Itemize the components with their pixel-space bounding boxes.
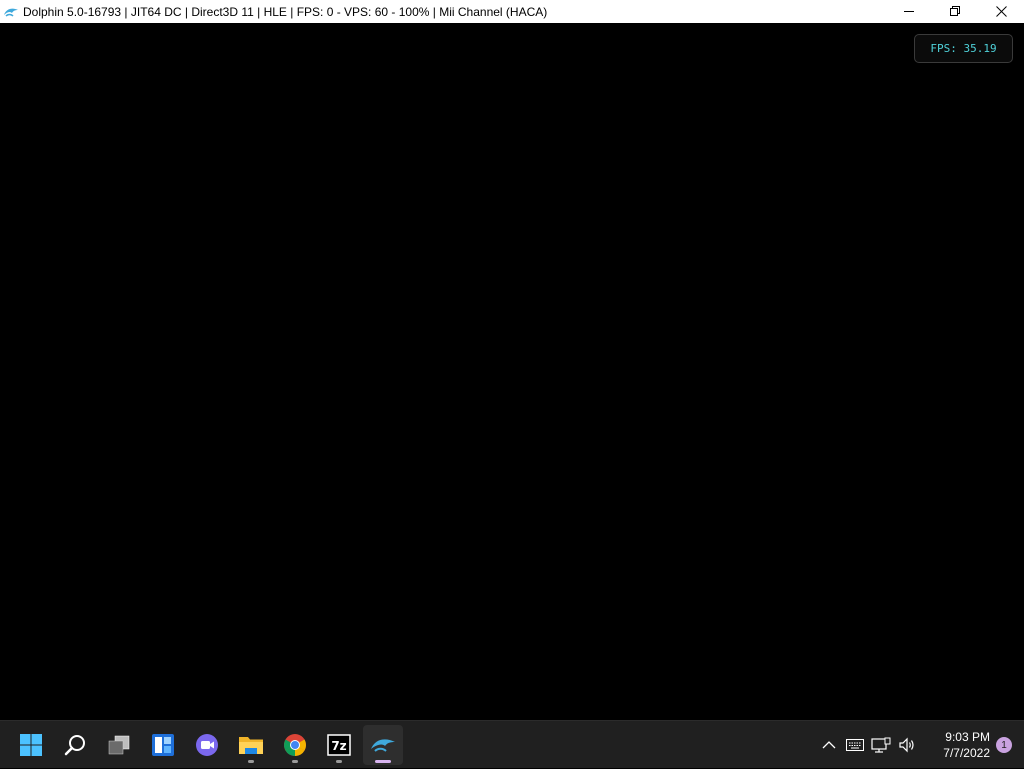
clock-time: 9:03 PM bbox=[945, 730, 990, 744]
dolphin-icon bbox=[371, 739, 395, 752]
task-view-button[interactable] bbox=[99, 725, 139, 765]
active-indicator bbox=[375, 760, 391, 763]
running-indicator bbox=[248, 760, 254, 763]
dolphin-button[interactable] bbox=[363, 725, 403, 765]
file-explorer-button[interactable] bbox=[231, 725, 271, 765]
running-indicator bbox=[336, 760, 342, 763]
volume-button[interactable] bbox=[894, 725, 920, 765]
7zip-icon: 7z bbox=[327, 734, 351, 756]
title-bar[interactable]: Dolphin 5.0-16793 | JIT64 DC | Direct3D … bbox=[0, 0, 1024, 23]
widgets-icon bbox=[152, 734, 174, 756]
minimize-button[interactable] bbox=[886, 0, 932, 23]
clock-button[interactable]: 9:03 PM 7/7/2022 bbox=[920, 725, 990, 765]
chrome-button[interactable] bbox=[275, 725, 315, 765]
dolphin-icon bbox=[3, 4, 19, 20]
minimize-icon bbox=[903, 11, 914, 12]
fps-overlay: FPS: 35.19 bbox=[914, 34, 1013, 63]
svg-text:7z: 7z bbox=[331, 739, 346, 753]
restore-icon bbox=[949, 6, 960, 16]
keyboard-icon bbox=[846, 739, 864, 751]
window-title: Dolphin 5.0-16793 | JIT64 DC | Direct3D … bbox=[23, 4, 548, 19]
7zip-button[interactable]: 7z bbox=[319, 725, 359, 765]
system-tray: 9:03 PM 7/7/2022 1 bbox=[816, 721, 1024, 769]
windows-logo-icon bbox=[20, 734, 42, 756]
taskbar: 7z 9:03 PM 7/7/2022 1 bbox=[0, 720, 1024, 768]
chat-button[interactable] bbox=[187, 725, 227, 765]
close-icon bbox=[995, 6, 1007, 17]
network-button[interactable] bbox=[868, 725, 894, 765]
close-button[interactable] bbox=[978, 0, 1024, 23]
restore-button[interactable] bbox=[932, 0, 978, 23]
speaker-icon bbox=[899, 737, 914, 753]
show-hidden-icons-button[interactable] bbox=[816, 725, 842, 765]
clock-date: 7/7/2022 bbox=[943, 746, 990, 760]
chrome-icon bbox=[284, 734, 306, 756]
start-button[interactable] bbox=[11, 725, 51, 765]
notification-badge[interactable]: 1 bbox=[996, 737, 1012, 753]
search-button[interactable] bbox=[55, 725, 95, 765]
chevron-up-icon bbox=[822, 741, 836, 749]
search-icon bbox=[64, 735, 85, 756]
folder-icon bbox=[239, 737, 263, 754]
task-view-icon bbox=[108, 735, 130, 755]
network-icon bbox=[871, 737, 891, 753]
teams-chat-icon bbox=[196, 734, 218, 756]
game-render-area[interactable]: FPS: 35.19 bbox=[0, 23, 1024, 720]
widgets-button[interactable] bbox=[143, 725, 183, 765]
input-indicator-button[interactable] bbox=[842, 725, 868, 765]
running-indicator bbox=[292, 760, 298, 763]
